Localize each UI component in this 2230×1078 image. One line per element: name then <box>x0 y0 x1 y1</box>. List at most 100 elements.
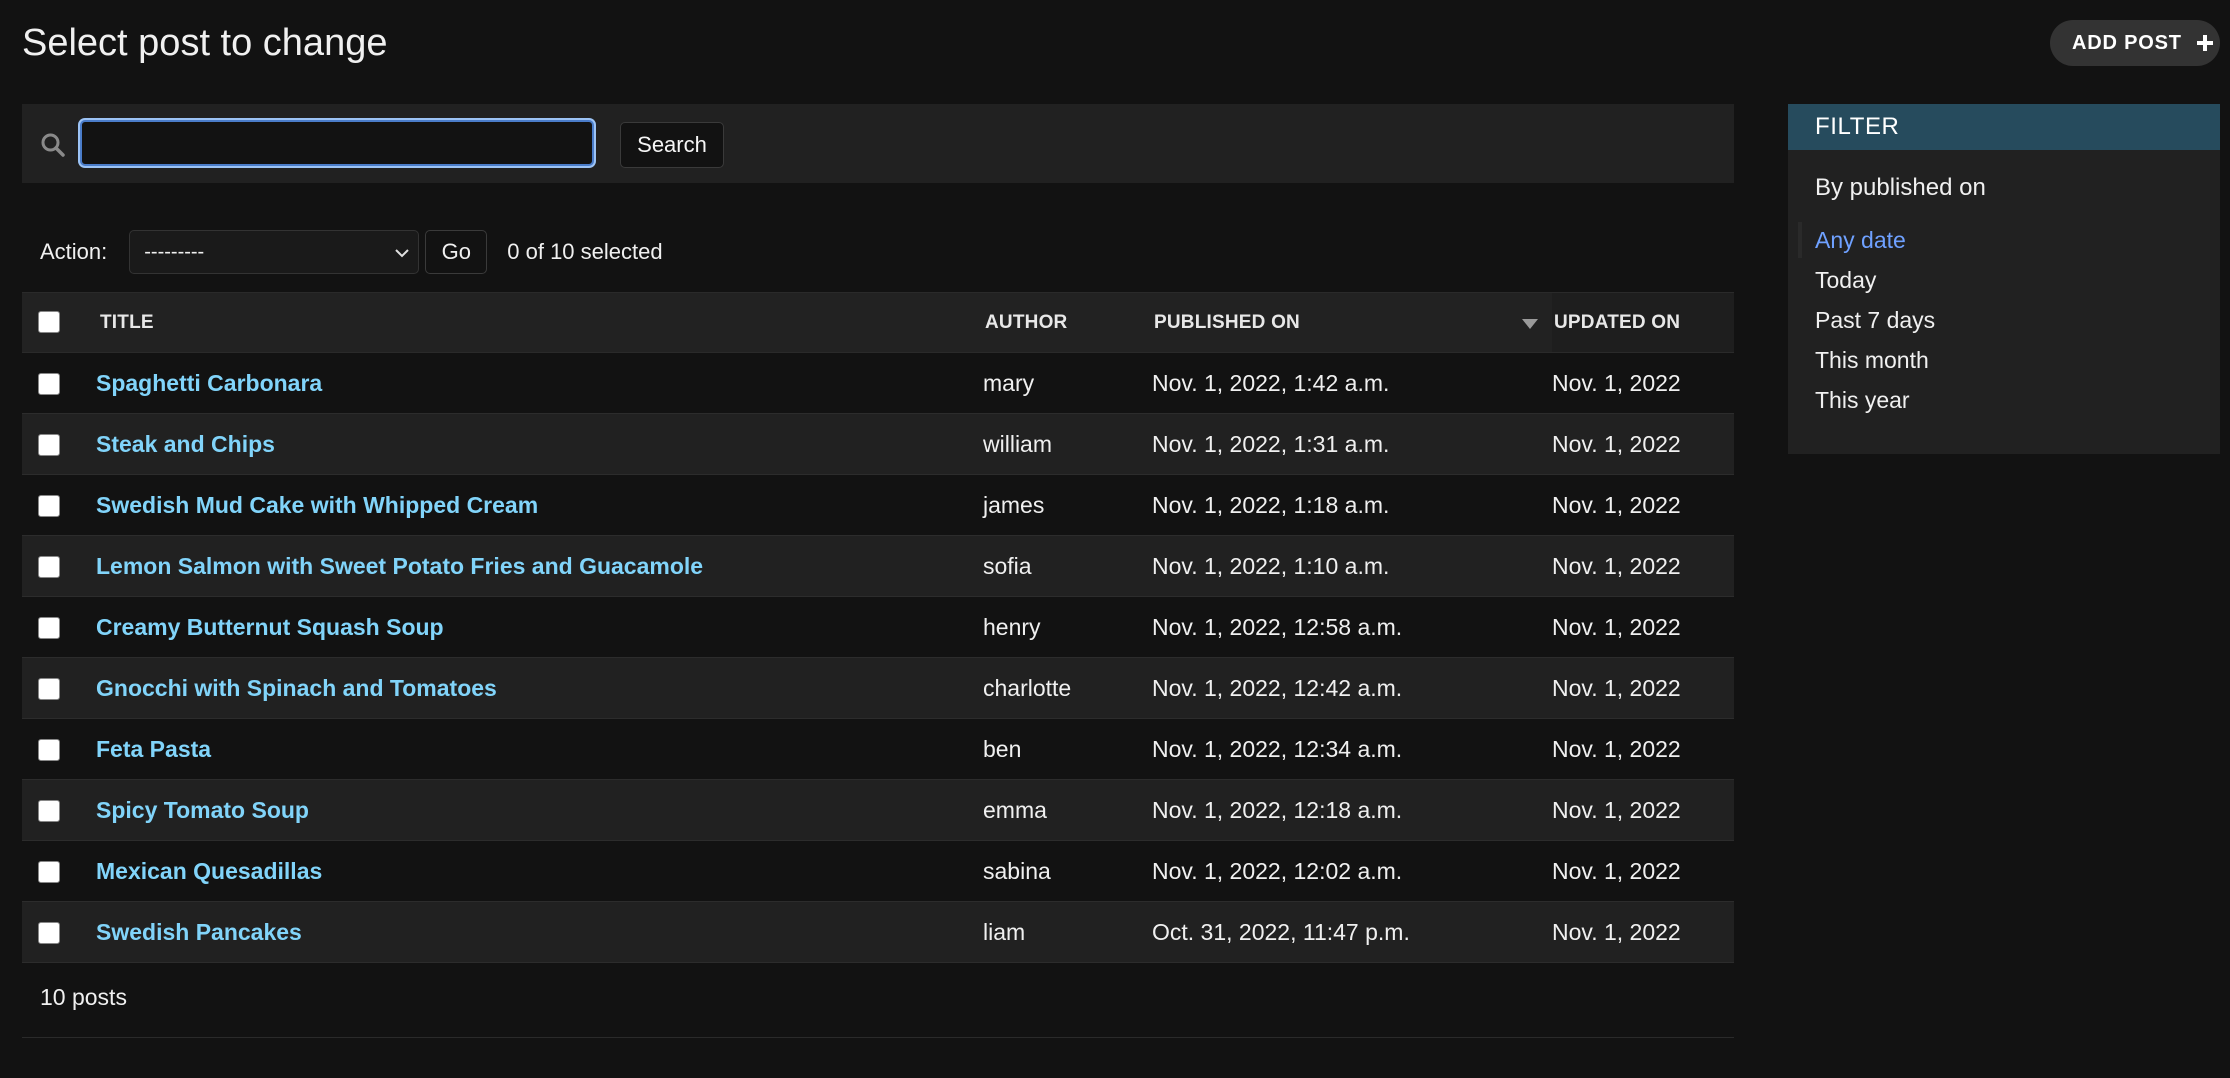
updated-cell: Nov. 1, 2022 <box>1552 352 1734 414</box>
title-cell: Feta Pasta <box>94 718 983 780</box>
row-checkbox[interactable] <box>38 861 60 884</box>
filter-option[interactable]: This year <box>1788 380 2220 420</box>
page-title: Select post to change <box>22 22 388 64</box>
filter-header: FILTER <box>1788 104 2220 150</box>
title-cell: Gnocchi with Spinach and Tomatoes <box>94 657 983 719</box>
updated-cell: Nov. 1, 2022 <box>1552 718 1734 780</box>
table-row: Gnocchi with Spinach and Tomatoes charlot… <box>22 657 1734 719</box>
post-title-link[interactable]: Creamy Butternut Squash Soup <box>96 614 444 640</box>
published-cell: Nov. 1, 2022, 1:42 a.m. <box>1152 352 1552 414</box>
title-cell: Lemon Salmon with Sweet Potato Fries and… <box>94 535 983 597</box>
sort-descending-icon[interactable] <box>1522 319 1538 329</box>
title-cell: Swedish Mud Cake with Whipped Cream <box>94 474 983 536</box>
column-header-published-label: PUBLISHED ON <box>1154 311 1300 333</box>
published-cell: Nov. 1, 2022, 1:31 a.m. <box>1152 413 1552 475</box>
changelist-page: Select post to change ADD POST Search Ac… <box>0 0 2230 1078</box>
result-count: 10 posts <box>40 984 127 1010</box>
row-checkbox[interactable] <box>38 434 60 457</box>
row-checkbox-cell <box>22 413 94 475</box>
column-header-published[interactable]: PUBLISHED ON <box>1152 292 1552 353</box>
updated-cell: Nov. 1, 2022 <box>1552 901 1734 963</box>
post-title-link[interactable]: Steak and Chips <box>96 431 275 457</box>
post-title-link[interactable]: Spaghetti Carbonara <box>96 370 322 396</box>
post-title-link[interactable]: Swedish Pancakes <box>96 919 302 945</box>
published-cell: Nov. 1, 2022, 1:10 a.m. <box>1152 535 1552 597</box>
author-cell: emma <box>983 779 1152 841</box>
author-cell: james <box>983 474 1152 536</box>
published-cell: Nov. 1, 2022, 12:58 a.m. <box>1152 596 1552 658</box>
search-input[interactable] <box>80 120 594 166</box>
updated-cell: Nov. 1, 2022 <box>1552 474 1734 536</box>
row-checkbox-cell <box>22 596 94 658</box>
updated-cell: Nov. 1, 2022 <box>1552 535 1734 597</box>
author-cell: ben <box>983 718 1152 780</box>
published-cell: Nov. 1, 2022, 12:42 a.m. <box>1152 657 1552 719</box>
row-checkbox[interactable] <box>38 617 60 640</box>
table-row: Mexican Quesadillas sabina Nov. 1, 2022, 1… <box>22 840 1734 902</box>
filter-option[interactable]: Past 7 days <box>1788 300 2220 340</box>
title-cell: Spicy Tomato Soup <box>94 779 983 841</box>
add-post-label: ADD POST <box>2072 31 2182 54</box>
selection-counter: 0 of 10 selected <box>507 239 663 264</box>
post-title-link[interactable]: Mexican Quesadillas <box>96 858 322 884</box>
post-title-link[interactable]: Lemon Salmon with Sweet Potato Fries and… <box>96 553 703 579</box>
row-checkbox-cell <box>22 901 94 963</box>
row-checkbox[interactable] <box>38 678 60 701</box>
search-button[interactable]: Search <box>620 122 724 168</box>
author-cell: henry <box>983 596 1152 658</box>
published-cell: Nov. 1, 2022, 1:18 a.m. <box>1152 474 1552 536</box>
author-cell: charlotte <box>983 657 1152 719</box>
row-checkbox-cell <box>22 535 94 597</box>
table-row: Spaghetti Carbonara mary Nov. 1, 2022, 1:4… <box>22 352 1734 414</box>
title-cell: Swedish Pancakes <box>94 901 983 963</box>
table-row: Spicy Tomato Soup emma Nov. 1, 2022, 12:18… <box>22 779 1734 841</box>
paginator: 10 posts <box>22 958 1734 1038</box>
author-cell: mary <box>983 352 1152 414</box>
filter-options: Any date Today Past 7 days This month This y… <box>1788 220 2220 420</box>
search-icon <box>41 133 65 157</box>
select-all-checkbox[interactable] <box>38 311 60 334</box>
published-cell: Nov. 1, 2022, 12:02 a.m. <box>1152 840 1552 902</box>
go-button[interactable]: Go <box>425 230 488 274</box>
column-header-updated[interactable]: UPDATED ON <box>1552 292 1734 353</box>
updated-cell: Nov. 1, 2022 <box>1552 657 1734 719</box>
post-title-link[interactable]: Swedish Mud Cake with Whipped Cream <box>96 492 538 518</box>
title-cell: Steak and Chips <box>94 413 983 475</box>
filter-group-title: By published on <box>1815 174 1986 201</box>
column-header-author[interactable]: AUTHOR <box>983 292 1152 353</box>
post-title-link[interactable]: Spicy Tomato Soup <box>96 797 309 823</box>
actions-bar: Action: --------- Go 0 of 10 selected <box>40 230 663 274</box>
filter-option[interactable]: This month <box>1788 340 2220 380</box>
row-checkbox[interactable] <box>38 922 60 945</box>
results-table: TITLE AUTHOR PUBLISHED ON UPDATED ON Spa… <box>22 292 1734 963</box>
table-row: Steak and Chips william Nov. 1, 2022, 1:31… <box>22 413 1734 475</box>
add-post-button[interactable]: ADD POST <box>2050 20 2220 66</box>
row-checkbox[interactable] <box>38 495 60 518</box>
filter-option[interactable]: Today <box>1788 260 2220 300</box>
table-row: Feta Pasta ben Nov. 1, 2022, 12:34 a.m. Nov… <box>22 718 1734 780</box>
updated-cell: Nov. 1, 2022 <box>1552 779 1734 841</box>
table-row: Swedish Mud Cake with Whipped Cream james… <box>22 474 1734 536</box>
filter-option[interactable]: Any date <box>1788 220 2220 260</box>
column-header-title[interactable]: TITLE <box>94 292 983 353</box>
updated-cell: Nov. 1, 2022 <box>1552 840 1734 902</box>
post-title-link[interactable]: Feta Pasta <box>96 736 211 762</box>
row-checkbox-cell <box>22 657 94 719</box>
action-label: Action: <box>40 239 108 264</box>
row-checkbox[interactable] <box>38 800 60 823</box>
action-select-value: --------- <box>144 240 205 263</box>
title-cell: Creamy Butternut Squash Soup <box>94 596 983 658</box>
search-toolbar: Search <box>22 104 1734 183</box>
table-row: Lemon Salmon with Sweet Potato Fries and… <box>22 535 1734 597</box>
author-cell: liam <box>983 901 1152 963</box>
row-checkbox[interactable] <box>38 556 60 579</box>
published-cell: Nov. 1, 2022, 12:18 a.m. <box>1152 779 1552 841</box>
row-checkbox[interactable] <box>38 373 60 396</box>
chevron-down-icon <box>395 249 409 258</box>
row-checkbox[interactable] <box>38 739 60 762</box>
action-select[interactable]: --------- <box>129 230 420 274</box>
row-checkbox-cell <box>22 779 94 841</box>
table-row: Creamy Butternut Squash Soup henry Nov. 1,… <box>22 596 1734 658</box>
author-cell: william <box>983 413 1152 475</box>
post-title-link[interactable]: Gnocchi with Spinach and Tomatoes <box>96 675 497 701</box>
